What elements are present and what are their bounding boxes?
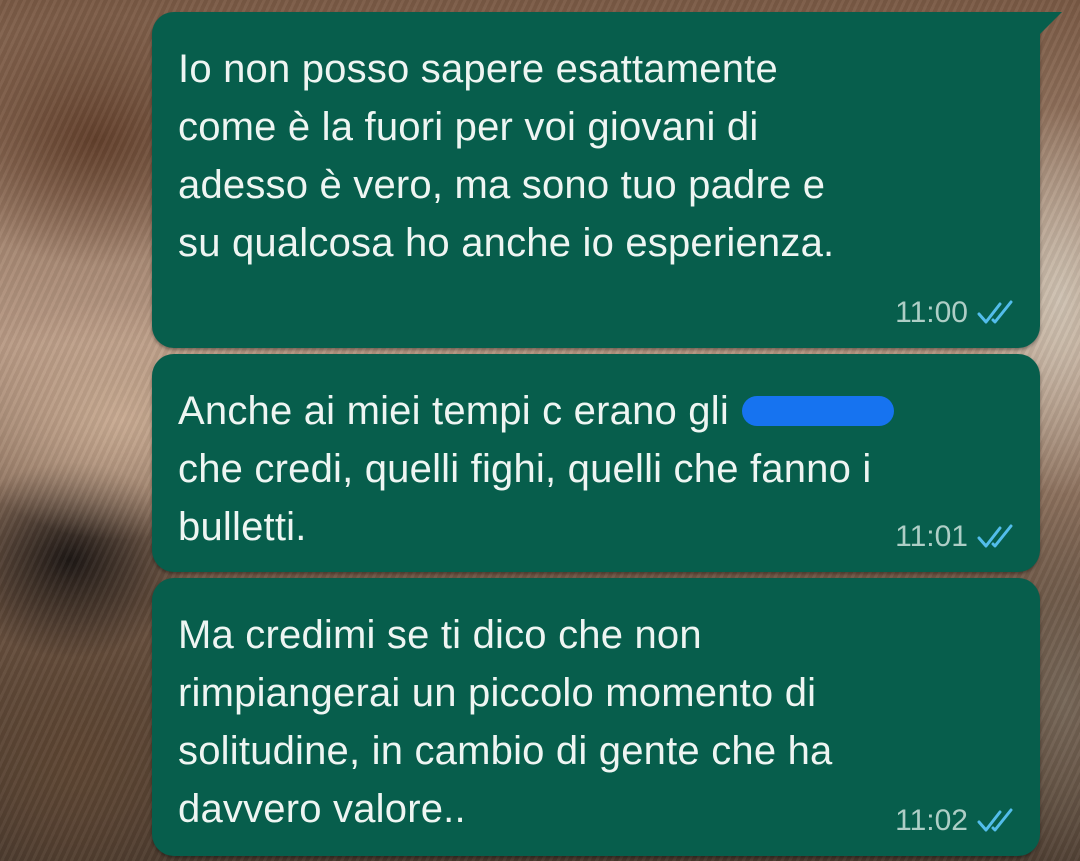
redaction-mark	[742, 396, 895, 426]
message-text-part: che credi, quelli fighi, quelli che fann…	[178, 447, 872, 549]
message-time: 11:01	[895, 520, 968, 553]
message-meta: 11:00	[895, 296, 1020, 330]
outgoing-message[interactable]: Ma credimi se ti dico che non rimpianger…	[152, 578, 1040, 856]
message-text: Io non posso sapere esattamente come è l…	[178, 47, 835, 265]
message-meta: 11:01	[895, 520, 1020, 554]
message-text-part: Anche ai miei tempi c erano gli	[178, 389, 741, 433]
double-check-icon	[977, 524, 1013, 548]
message-meta: 11:02	[895, 804, 1020, 838]
message-time: 11:00	[895, 296, 968, 329]
message-text: Anche ai miei tempi c erano gli che cred…	[178, 382, 1014, 556]
outgoing-message[interactable]: Io non posso sapere esattamente come è l…	[152, 12, 1062, 348]
double-check-icon	[977, 808, 1013, 832]
outgoing-message[interactable]: Anche ai miei tempi c erano gli che cred…	[152, 354, 1040, 572]
double-check-icon	[977, 300, 1013, 324]
bubble-tail	[1040, 12, 1062, 34]
message-text: Ma credimi se ti dico che non rimpianger…	[178, 613, 833, 831]
message-time: 11:02	[895, 804, 968, 837]
